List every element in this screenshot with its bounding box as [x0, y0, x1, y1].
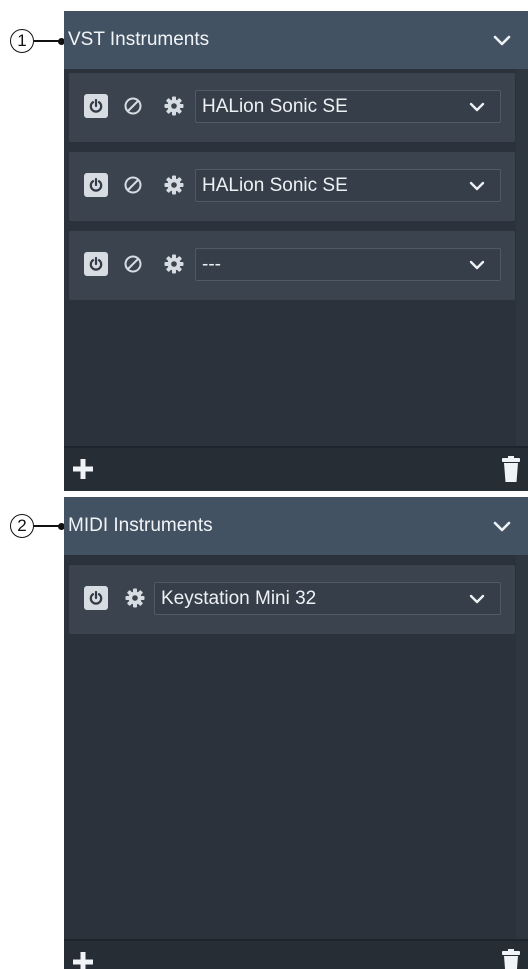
callout-number: 2 [10, 514, 34, 538]
instrument-name: HALion Sonic SE [202, 95, 348, 117]
callout-line [34, 525, 60, 527]
instrument-select[interactable]: HALion Sonic SE [195, 90, 501, 123]
chevron-down-icon [469, 260, 485, 270]
instrument-name: HALion Sonic SE [202, 174, 348, 196]
chevron-down-icon[interactable] [492, 33, 512, 47]
scrollbar[interactable] [516, 69, 528, 446]
trash-icon[interactable] [502, 949, 520, 969]
power-icon[interactable] [84, 94, 108, 118]
trash-icon[interactable] [502, 456, 520, 482]
bypass-icon[interactable] [122, 95, 144, 117]
gear-icon[interactable] [163, 253, 185, 275]
plus-icon[interactable] [72, 951, 94, 969]
bypass-icon[interactable] [122, 174, 144, 196]
panel-footer [64, 446, 528, 490]
callout-2: 2 [10, 512, 65, 540]
bypass-icon[interactable] [122, 253, 144, 275]
instrument-name: --- [202, 253, 221, 275]
gear-icon[interactable] [163, 95, 185, 117]
vst-instruments-panel: VST Instruments HALion Sonic SE HALion S… [64, 11, 528, 491]
callout-line [34, 40, 60, 42]
chevron-down-icon [469, 181, 485, 191]
chevron-down-icon[interactable] [492, 519, 512, 533]
instrument-card: HALion Sonic SE [69, 152, 515, 221]
instrument-select[interactable]: --- [195, 248, 501, 281]
vst-instruments-header[interactable]: VST Instruments [64, 11, 528, 69]
power-icon[interactable] [84, 252, 108, 276]
instrument-select[interactable]: Keystation Mini 32 [154, 582, 501, 615]
power-icon[interactable] [84, 586, 108, 610]
instrument-select[interactable]: HALion Sonic SE [195, 169, 501, 202]
scrollbar[interactable] [516, 555, 528, 939]
instrument-card: HALion Sonic SE [69, 73, 515, 142]
panel-title: VST Instruments [68, 29, 210, 50]
chevron-down-icon [469, 102, 485, 112]
midi-instruments-panel: MIDI Instruments Keystation Mini 32 [64, 497, 528, 969]
panel-title: MIDI Instruments [68, 515, 213, 536]
callout-1: 1 [10, 27, 65, 55]
chevron-down-icon [469, 594, 485, 604]
plus-icon[interactable] [72, 458, 94, 480]
instrument-card: Keystation Mini 32 [69, 565, 515, 634]
midi-instruments-header[interactable]: MIDI Instruments [64, 497, 528, 555]
power-icon[interactable] [84, 173, 108, 197]
gear-icon[interactable] [124, 587, 146, 609]
panel-footer [64, 939, 528, 969]
callout-number: 1 [10, 29, 34, 53]
instrument-card: --- [69, 231, 515, 300]
gear-icon[interactable] [163, 174, 185, 196]
instrument-name: Keystation Mini 32 [161, 587, 317, 609]
